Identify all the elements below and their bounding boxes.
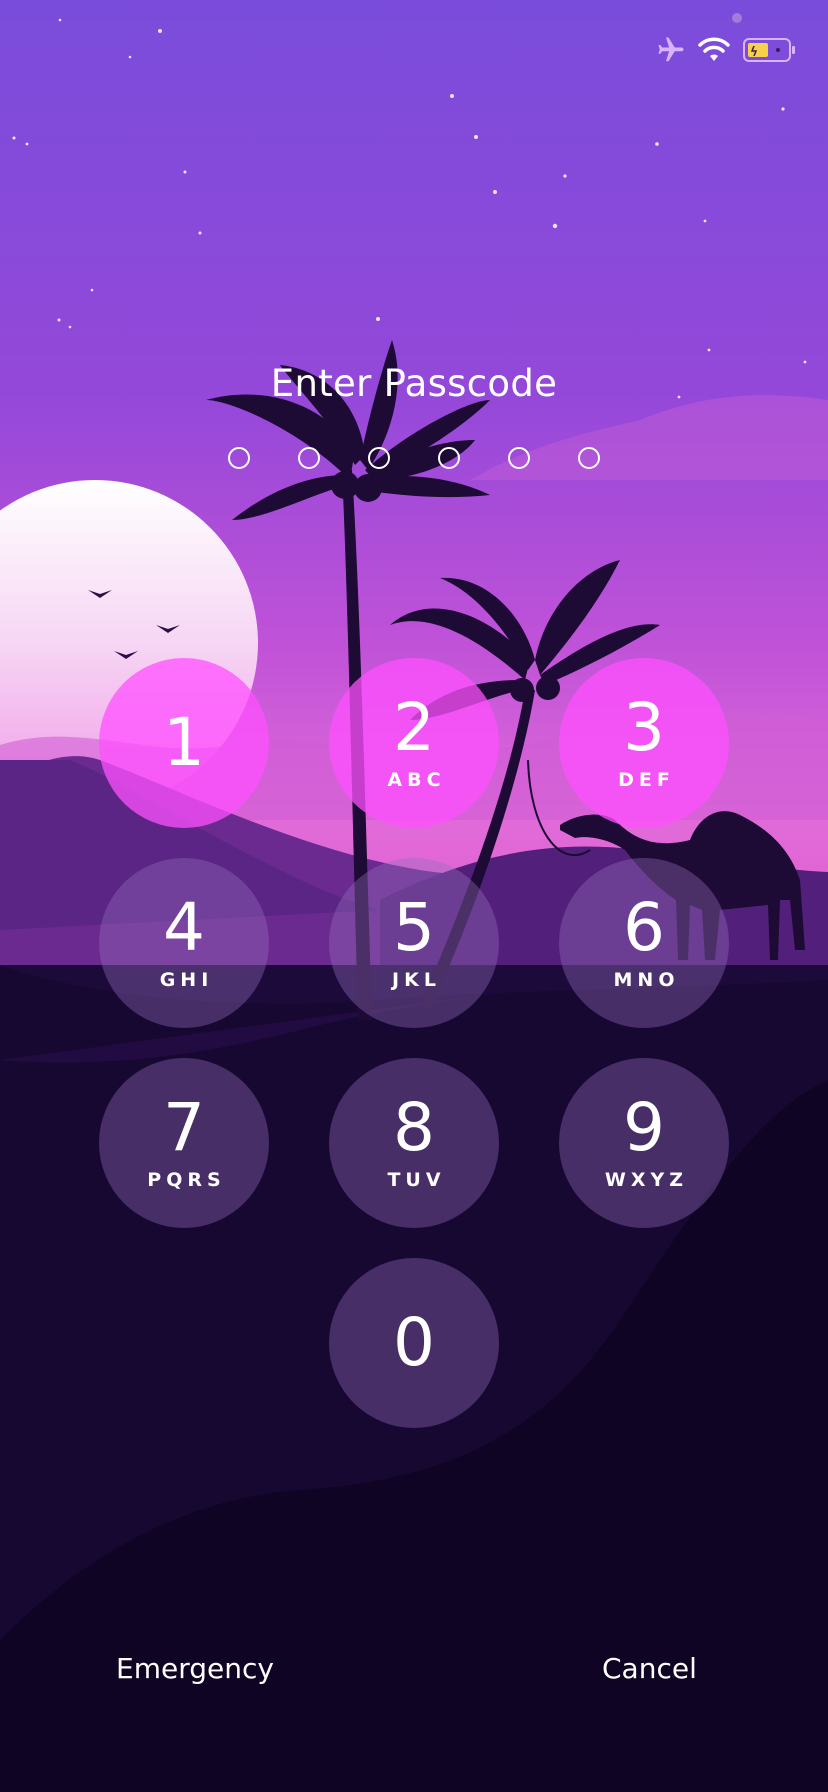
privacy-indicator-dot bbox=[732, 13, 742, 23]
key-number: 6 bbox=[623, 889, 665, 966]
key-letters: DEF bbox=[618, 769, 675, 791]
battery-low-power-icon bbox=[743, 38, 795, 62]
key-3[interactable]: 3 DEF bbox=[559, 658, 729, 828]
key-number: 9 bbox=[623, 1089, 665, 1166]
key-4[interactable]: 4 GHI bbox=[99, 858, 269, 1028]
key-5[interactable]: 5 JKL bbox=[329, 858, 499, 1028]
passcode-dot bbox=[438, 447, 460, 469]
key-number: 5 bbox=[393, 889, 435, 966]
passcode-dot bbox=[578, 447, 600, 469]
key-6[interactable]: 6 MNO bbox=[559, 858, 729, 1028]
status-bar bbox=[656, 32, 798, 68]
key-number: 1 bbox=[163, 704, 205, 781]
passcode-title: Enter Passcode bbox=[270, 362, 558, 405]
key-number: 3 bbox=[623, 689, 665, 766]
key-7[interactable]: 7 PQRS bbox=[99, 1058, 269, 1228]
passcode-dot bbox=[228, 447, 250, 469]
airplane-mode-icon bbox=[658, 37, 684, 62]
key-9[interactable]: 9 WXYZ bbox=[559, 1058, 729, 1228]
key-letters: WXYZ bbox=[604, 1169, 689, 1191]
emergency-button[interactable]: Emergency bbox=[116, 1652, 274, 1685]
key-letters: GHI bbox=[159, 969, 214, 991]
key-2[interactable]: 2 ABC bbox=[329, 658, 499, 828]
key-letters: JKL bbox=[392, 969, 441, 991]
passcode-dot bbox=[298, 447, 320, 469]
key-letters: MNO bbox=[613, 969, 680, 991]
passcode-dots bbox=[0, 447, 828, 469]
key-letters: PQRS bbox=[147, 1169, 226, 1191]
key-letters: TUV bbox=[387, 1169, 446, 1191]
cancel-button[interactable]: Cancel bbox=[602, 1652, 697, 1685]
key-letters: ABC bbox=[387, 769, 446, 791]
passcode-dot bbox=[368, 447, 390, 469]
key-0[interactable]: 0 bbox=[329, 1258, 499, 1428]
key-number: 8 bbox=[393, 1089, 435, 1166]
key-number: 0 bbox=[393, 1304, 435, 1381]
wifi-icon bbox=[698, 37, 730, 61]
key-1[interactable]: 1 bbox=[99, 658, 269, 828]
key-number: 4 bbox=[163, 889, 205, 966]
key-8[interactable]: 8 TUV bbox=[329, 1058, 499, 1228]
key-number: 7 bbox=[163, 1089, 205, 1166]
passcode-dot bbox=[508, 447, 530, 469]
key-number: 2 bbox=[393, 689, 435, 766]
